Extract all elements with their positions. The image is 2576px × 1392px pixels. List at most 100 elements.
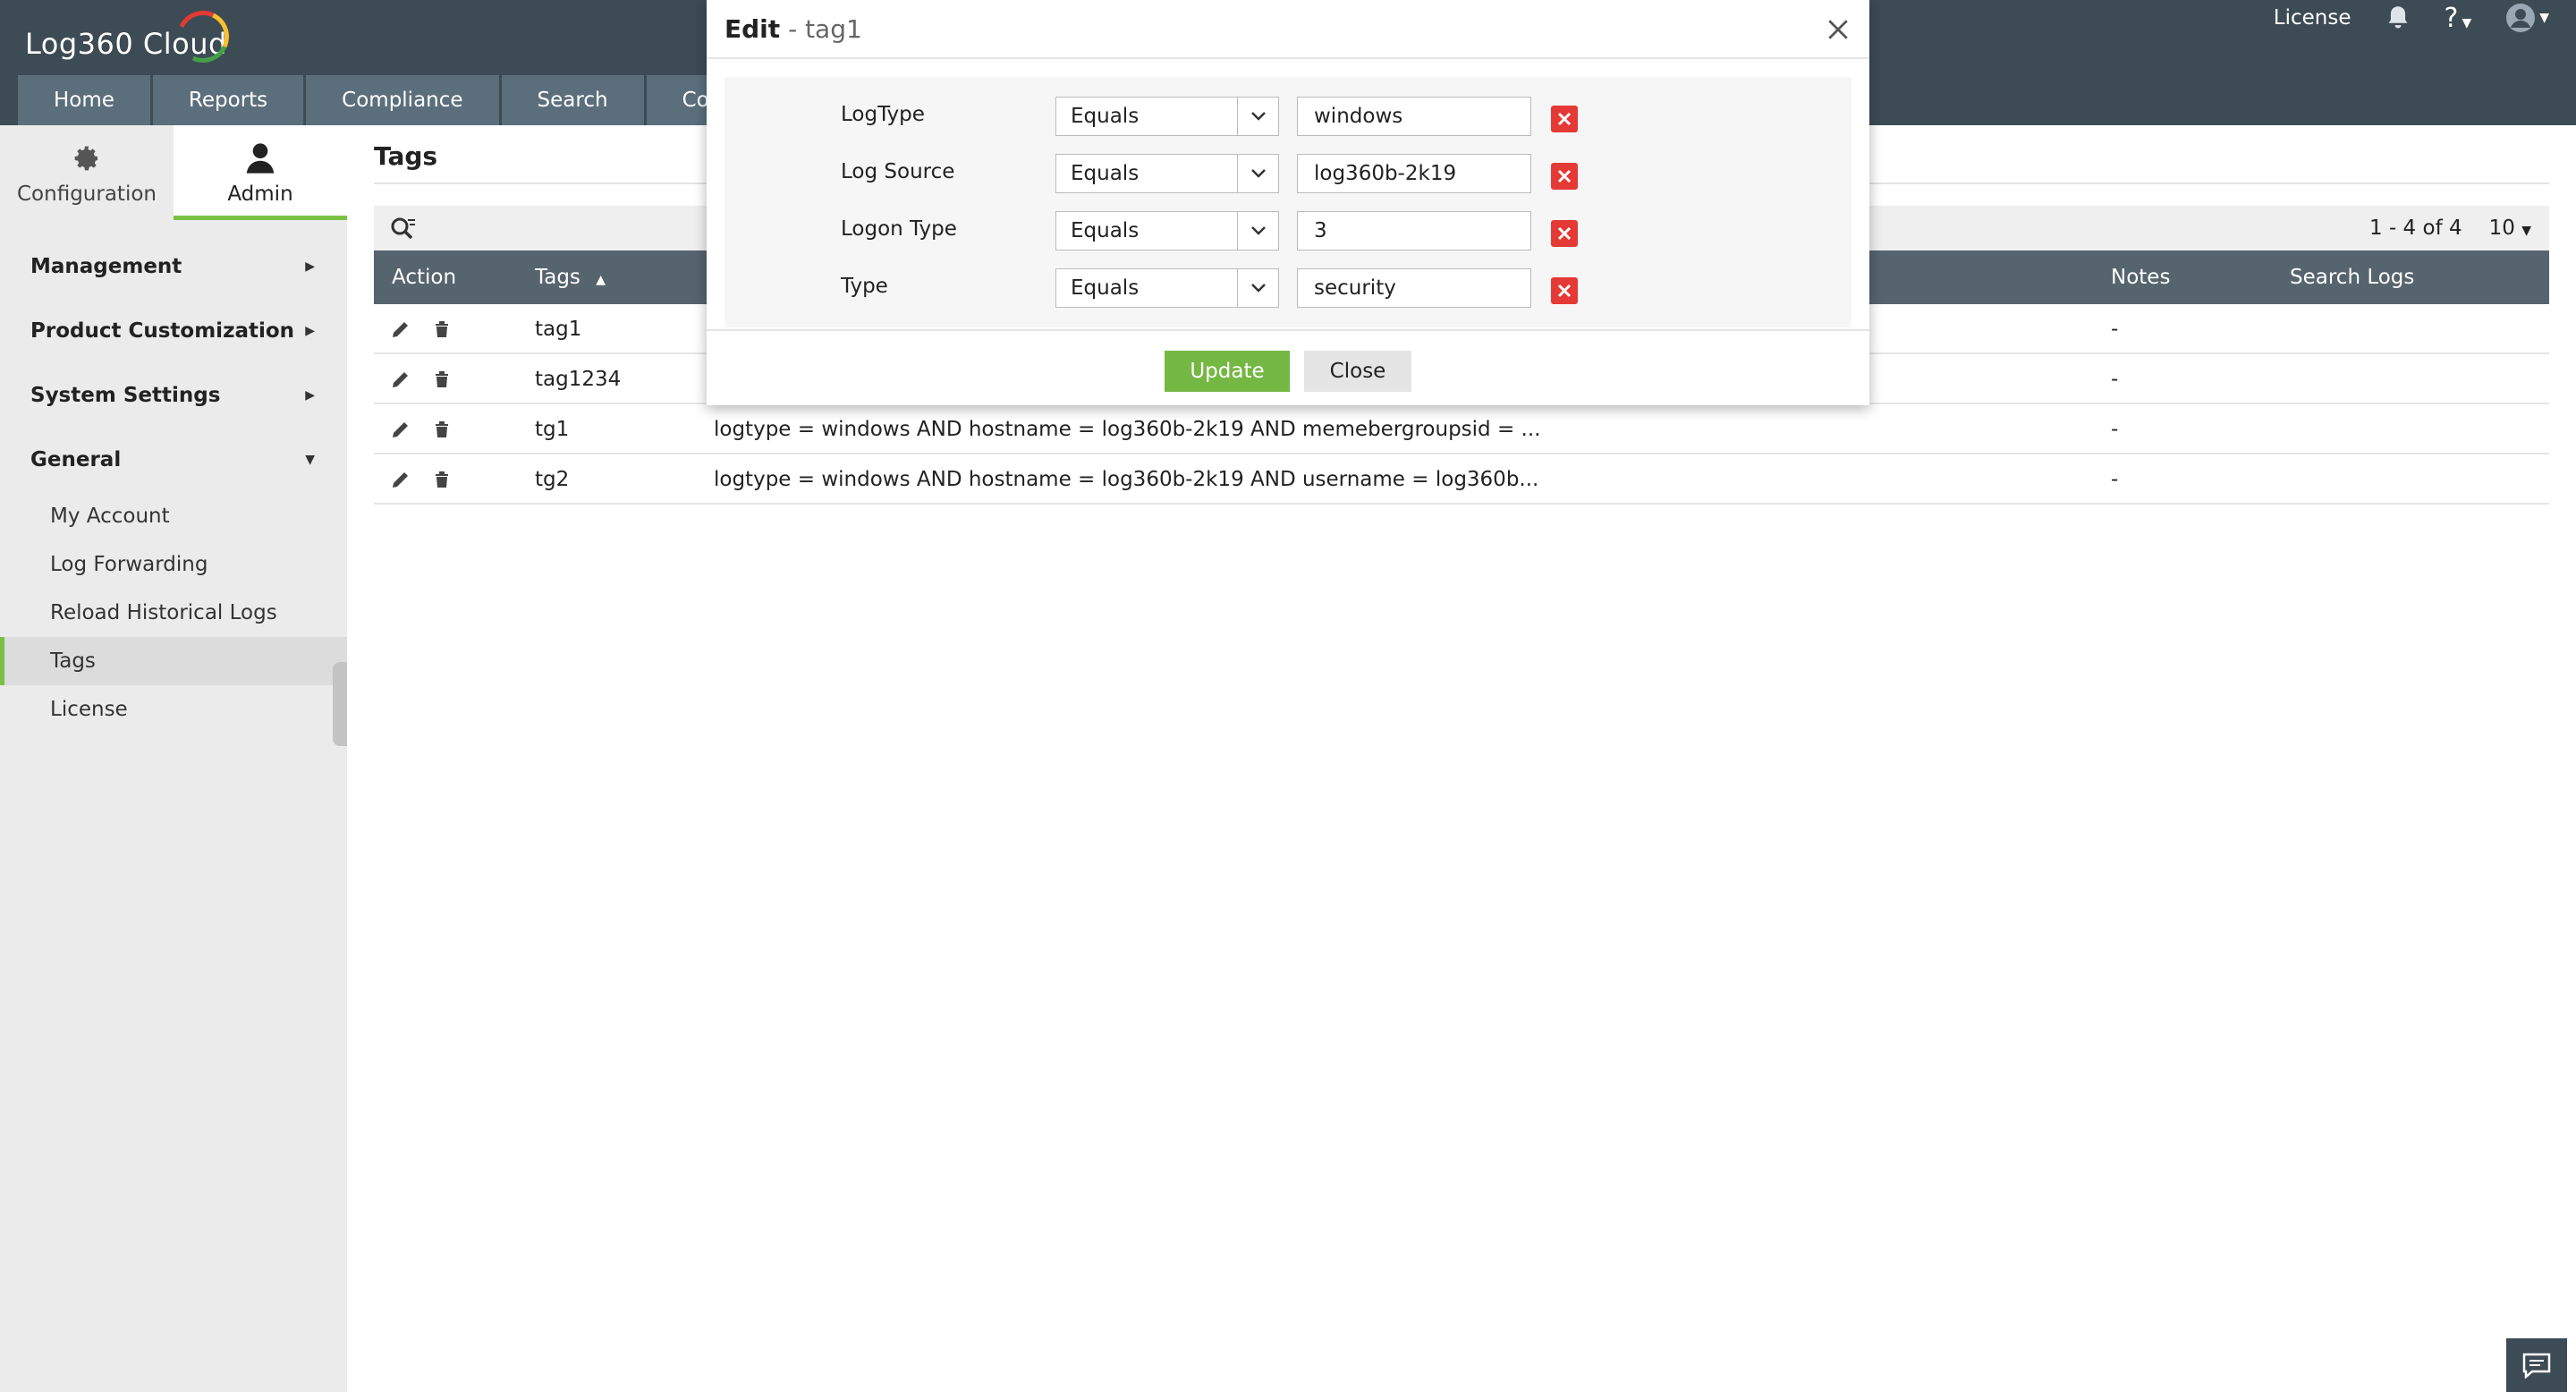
criteria-value-input[interactable]: 3 bbox=[1297, 211, 1531, 250]
delete-icon[interactable] bbox=[431, 318, 453, 340]
edit-icon[interactable] bbox=[390, 369, 411, 390]
operator-value: Equals bbox=[1071, 219, 1140, 242]
nav-tab-reports[interactable]: Reports bbox=[152, 75, 304, 125]
dialog-title: Edit - tag1 bbox=[724, 0, 862, 59]
dialog-title-text: Edit bbox=[724, 14, 781, 44]
operator-select[interactable]: Equals bbox=[1055, 268, 1279, 308]
sidebar-section-management[interactable]: Management ▶ bbox=[0, 234, 347, 299]
operator-select[interactable]: Equals bbox=[1055, 97, 1279, 136]
help-menu[interactable]: ? ▼ bbox=[2445, 3, 2472, 34]
pagination-range: 1 - 4 of 4 bbox=[2369, 216, 2462, 240]
tab-configuration-label: Configuration bbox=[17, 182, 157, 206]
delete-icon[interactable] bbox=[431, 469, 453, 490]
remove-criteria-button[interactable] bbox=[1551, 106, 1578, 132]
tag-name: tag1234 bbox=[535, 368, 622, 391]
chevron-right-icon: ▶ bbox=[305, 388, 315, 403]
sidebar-item-reload-historical-logs[interactable]: Reload Historical Logs bbox=[0, 589, 347, 637]
main-nav: Home Reports Compliance Search Corr bbox=[18, 75, 764, 125]
dialog-header: Edit - tag1 bbox=[707, 0, 1869, 59]
edit-icon[interactable] bbox=[390, 318, 411, 340]
criteria-value-input[interactable]: windows bbox=[1297, 97, 1531, 136]
user-icon bbox=[246, 143, 275, 174]
tag-notes: - bbox=[2111, 418, 2119, 441]
close-icon bbox=[1557, 112, 1572, 126]
criteria-field-label: Logon Type bbox=[841, 217, 957, 241]
header-actions: License ? ▼ ▼ bbox=[2274, 0, 2549, 36]
operator-value: Equals bbox=[1071, 276, 1140, 300]
chevron-down-icon bbox=[1237, 98, 1278, 135]
section-label: Product Customization bbox=[30, 319, 295, 343]
edit-icon[interactable] bbox=[390, 419, 411, 440]
close-button[interactable]: Close bbox=[1304, 351, 1411, 392]
sidebar-item-license[interactable]: License bbox=[0, 685, 347, 734]
chevron-down-icon bbox=[1237, 155, 1278, 192]
remove-criteria-button[interactable] bbox=[1551, 277, 1578, 304]
tag-notes: - bbox=[2111, 468, 2119, 491]
chevron-down-icon: ▼ bbox=[305, 453, 315, 467]
chevron-right-icon: ▶ bbox=[305, 259, 315, 274]
license-link[interactable]: License bbox=[2274, 6, 2351, 30]
sidebar-collapse-handle[interactable] bbox=[333, 662, 347, 746]
sort-asc-icon: ▲ bbox=[596, 273, 606, 287]
column-tags-label: Tags bbox=[535, 266, 580, 289]
criteria-value-input[interactable]: log360b-2k19 bbox=[1297, 154, 1531, 193]
nav-tab-home[interactable]: Home bbox=[18, 75, 150, 125]
chevron-down-icon bbox=[1237, 269, 1278, 307]
sidebar-item-tags[interactable]: Tags bbox=[0, 637, 347, 685]
tab-admin[interactable]: Admin bbox=[174, 125, 347, 220]
left-sidebar: Configuration Admin Management ▶ Product… bbox=[0, 125, 347, 1392]
criteria-row: Type Equals security bbox=[724, 261, 1852, 318]
tag-notes: - bbox=[2111, 368, 2119, 391]
bell-icon[interactable] bbox=[2385, 4, 2411, 31]
chevron-down-icon bbox=[1237, 212, 1278, 250]
chevron-down-icon: ▼ bbox=[2462, 15, 2472, 30]
tag-name: tg1 bbox=[535, 418, 570, 441]
sidebar-section-general[interactable]: General ▼ bbox=[0, 428, 347, 492]
operator-select[interactable]: Equals bbox=[1055, 154, 1279, 193]
criteria-value: windows bbox=[1314, 105, 1403, 128]
edit-icon[interactable] bbox=[390, 469, 411, 490]
tag-notes: - bbox=[2111, 318, 2119, 341]
nav-tab-search[interactable]: Search bbox=[501, 75, 644, 125]
criteria-field-label: LogType bbox=[841, 103, 925, 126]
user-avatar-icon bbox=[2506, 4, 2536, 32]
delete-icon[interactable] bbox=[431, 419, 453, 440]
criteria-value-input[interactable]: security bbox=[1297, 268, 1531, 308]
operator-value: Equals bbox=[1071, 105, 1140, 128]
criteria-value: security bbox=[1314, 276, 1396, 300]
edit-tag-dialog: Edit - tag1 LogType Equals windows Log Sour… bbox=[707, 0, 1869, 405]
sidebar-section-system-settings[interactable]: System Settings ▶ bbox=[0, 363, 347, 428]
search-filter-icon[interactable] bbox=[390, 216, 417, 242]
tab-configuration[interactable]: Configuration bbox=[0, 125, 174, 220]
pagination: 1 - 4 of 4 10 ▼ bbox=[2369, 206, 2531, 253]
criteria-row: Log Source Equals log360b-2k19 bbox=[724, 147, 1852, 204]
sidebar-item-my-account[interactable]: My Account bbox=[0, 492, 347, 540]
chevron-down-icon: ▼ bbox=[2521, 224, 2531, 238]
page-size-select[interactable]: 10 ▼ bbox=[2489, 206, 2531, 253]
delete-icon[interactable] bbox=[431, 369, 453, 390]
section-label: Management bbox=[30, 255, 182, 278]
remove-criteria-button[interactable] bbox=[1551, 220, 1578, 247]
page-size-value: 10 bbox=[2488, 216, 2515, 240]
remove-criteria-button[interactable] bbox=[1551, 163, 1578, 190]
close-icon bbox=[1557, 169, 1572, 183]
operator-value: Equals bbox=[1071, 162, 1140, 185]
tag-name: tag1 bbox=[535, 318, 582, 341]
sidebar-item-log-forwarding[interactable]: Log Forwarding bbox=[0, 540, 347, 589]
close-icon bbox=[1557, 226, 1572, 241]
criteria-field-label: Log Source bbox=[841, 160, 955, 183]
tag-name: tg2 bbox=[535, 468, 570, 491]
criteria-field-label: Type bbox=[841, 275, 888, 298]
nav-tab-compliance[interactable]: Compliance bbox=[306, 75, 499, 125]
tag-criteria: logtype = windows AND hostname = log360b… bbox=[714, 468, 1539, 491]
help-icon: ? bbox=[2444, 2, 2459, 34]
chat-button[interactable] bbox=[2506, 1338, 2567, 1392]
dialog-footer: Update Close bbox=[707, 329, 1869, 405]
sidebar-section-product-customization[interactable]: Product Customization ▶ bbox=[0, 299, 347, 363]
update-button[interactable]: Update bbox=[1165, 351, 1290, 392]
table-row: tg1 logtype = windows AND hostname = log… bbox=[374, 404, 2549, 454]
close-icon[interactable] bbox=[1826, 18, 1850, 41]
operator-select[interactable]: Equals bbox=[1055, 211, 1279, 250]
user-menu[interactable]: ▼ bbox=[2505, 3, 2549, 33]
column-tags[interactable]: Tags ▲ bbox=[535, 250, 606, 307]
